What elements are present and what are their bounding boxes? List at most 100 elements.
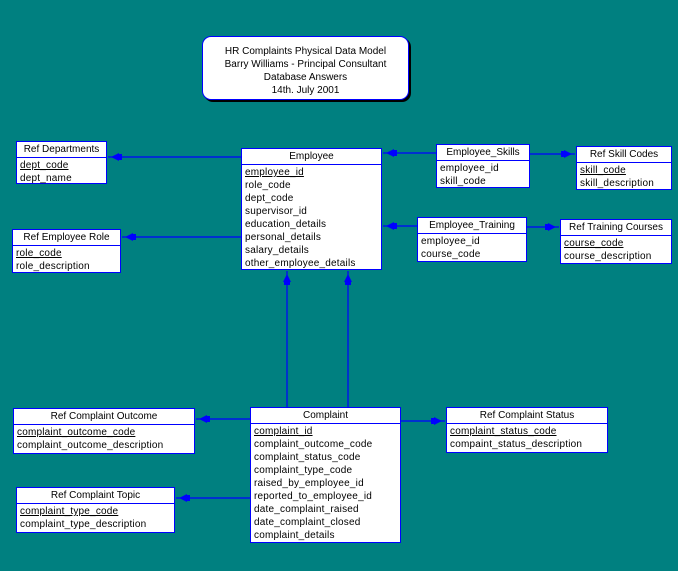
attribute: complaint_status_code	[254, 452, 361, 463]
arrowhead-bar	[394, 150, 397, 156]
diagram-title-block: HR Complaints Physical Data Model Barry …	[202, 36, 409, 100]
arrowhead-bar	[345, 282, 351, 285]
connector-employee-training-to-ref-training-courses	[527, 223, 559, 231]
arrowhead-bar	[545, 224, 548, 230]
arrowhead-icon	[548, 223, 556, 231]
entity-name: Ref Training Courses	[561, 220, 671, 236]
entity-name: Ref Employee Role	[13, 230, 120, 246]
arrowhead-bar	[561, 151, 564, 157]
entity-ref-complaint-topic[interactable]: Ref Complaint Topic complaint_type_code co…	[16, 487, 175, 533]
attribute: complaint_details	[254, 530, 335, 541]
entity-name: Employee	[242, 149, 381, 165]
arrowhead-icon	[564, 150, 572, 158]
entity-name: Ref Departments	[17, 142, 106, 158]
connector-employee-to-ref-employee-role	[122, 233, 241, 241]
title-line: HR Complaints Physical Data Model	[224, 46, 387, 57]
entity-name: Ref Skill Codes	[577, 147, 671, 163]
entity-ref-complaint-outcome[interactable]: Ref Complaint Outcome complaint_outcome_c…	[13, 408, 195, 454]
primary-key-attribute: complaint_id	[254, 426, 313, 437]
entity-name: Ref Complaint Outcome	[14, 409, 194, 425]
attribute-list: complaint_status_code compaint_status_des…	[447, 424, 607, 451]
connector-complaint-to-ref-complaint-outcome	[196, 415, 250, 423]
attribute: complaint_outcome_description	[17, 440, 164, 451]
attribute-list: dept_code dept_name	[17, 158, 106, 185]
attribute: course_code	[421, 249, 481, 260]
arrowhead-icon	[111, 153, 119, 161]
attribute-list: course_code course_description	[561, 236, 671, 263]
attribute: date_complaint_raised	[254, 504, 359, 515]
attribute: reported_to_employee_id	[254, 491, 373, 502]
entity-ref-employee-role[interactable]: Ref Employee Role role_code role_descripti…	[12, 229, 121, 273]
connector-complaint-reported-to-to-employee	[344, 271, 352, 407]
connector-employee-skills-to-ref-skill-codes	[530, 150, 575, 158]
attribute: skill_code	[440, 176, 486, 187]
attribute-list: complaint_outcome_code complaint_outcome_…	[14, 425, 194, 452]
arrowhead-icon	[283, 274, 291, 282]
arrowhead-icon	[434, 417, 442, 425]
attribute: dept_code	[245, 193, 294, 204]
attribute: complaint_outcome_code	[254, 439, 373, 450]
attribute: skill_description	[580, 178, 654, 189]
attribute: course_description	[564, 251, 652, 262]
attribute: supervisor_id	[245, 206, 308, 217]
attribute-list: employee_id role_code dept_code supervisor_…	[242, 165, 381, 270]
attribute-list: role_code role_description	[13, 246, 120, 273]
attribute: dept_name	[20, 173, 72, 184]
primary-key-attribute: employee_id	[245, 167, 304, 178]
entity-name: Employee_Skills	[437, 145, 529, 161]
entity-ref-skill-codes[interactable]: Ref Skill Codes skill_code skill_descripti…	[576, 146, 672, 190]
attribute: role_description	[16, 261, 90, 272]
primary-key-attribute: role_code	[16, 248, 62, 259]
arrowhead-icon	[386, 222, 394, 230]
entity-employee[interactable]: Employee employee_id role_code dept_code sup…	[241, 148, 382, 270]
arrowhead-bar	[187, 495, 190, 501]
connector-complaint-raised-by-to-employee	[283, 271, 291, 407]
entity-name: Complaint	[251, 408, 400, 424]
entity-ref-complaint-status[interactable]: Ref Complaint Status complaint_status_cod…	[446, 407, 608, 453]
connector-complaint-to-ref-complaint-status	[401, 417, 445, 425]
attribute: complaint_type_code	[254, 465, 353, 476]
entity-ref-training-courses[interactable]: Ref Training Courses course_code course_de…	[560, 219, 672, 264]
arrowhead-bar	[284, 282, 290, 285]
primary-key-attribute: complaint_status_code	[450, 426, 557, 437]
arrowhead-icon	[386, 149, 394, 157]
attribute-list: complaint_type_code complaint_type_descri…	[17, 504, 174, 531]
attribute: raised_by_employee_id	[254, 478, 364, 489]
attribute: other_employee_details	[245, 258, 356, 269]
company-line: Database Answers	[263, 72, 348, 83]
arrowhead-bar	[207, 416, 210, 422]
arrowhead-bar	[133, 234, 136, 240]
entity-name: Employee_Training	[418, 218, 526, 234]
primary-key-attribute: course_code	[564, 238, 624, 249]
attribute-list: employee_id skill_code	[437, 161, 529, 188]
connector-employee-to-ref-departments	[108, 153, 241, 161]
entity-employee-training[interactable]: Employee_Training employee_id course_code	[417, 217, 527, 262]
primary-key-attribute: complaint_type_code	[20, 506, 119, 517]
arrowhead-icon	[125, 233, 133, 241]
primary-key-attribute: skill_code	[580, 165, 626, 176]
entity-complaint[interactable]: Complaint complaint_id complaint_outcome_c…	[250, 407, 401, 543]
arrowhead-icon	[179, 494, 187, 502]
date-line: 14th. July 2001	[271, 85, 340, 96]
arrowhead-icon	[344, 274, 352, 282]
entity-ref-departments[interactable]: Ref Departments dept_code dept_name	[16, 141, 107, 184]
arrowhead-bar	[431, 418, 434, 424]
arrowhead-bar	[394, 223, 397, 229]
arrowhead-bar	[119, 154, 122, 160]
attribute-list: complaint_id complaint_outcome_codecompla…	[251, 424, 400, 542]
attribute-list: skill_code skill_description	[577, 163, 671, 190]
attribute: salary_details	[245, 245, 309, 256]
arrowhead-icon	[199, 415, 207, 423]
attribute-list: employee_id course_code	[418, 234, 526, 261]
attribute: employee_id	[440, 163, 499, 174]
attribute: complaint_type_description	[20, 519, 147, 530]
attribute: date_complaint_closed	[254, 517, 361, 528]
connector-employee-training-to-employee	[383, 222, 417, 230]
connector-employee-skills-to-employee	[383, 149, 436, 157]
attribute: personal_details	[245, 232, 322, 243]
entity-employee-skills[interactable]: Employee_Skills employee_id skill_code	[436, 144, 530, 188]
entity-name: Ref Complaint Topic	[17, 488, 174, 504]
attribute: employee_id	[421, 236, 480, 247]
attribute: compaint_status_description	[450, 439, 583, 450]
author-line: Barry Williams - Principal Consultant	[224, 59, 387, 70]
